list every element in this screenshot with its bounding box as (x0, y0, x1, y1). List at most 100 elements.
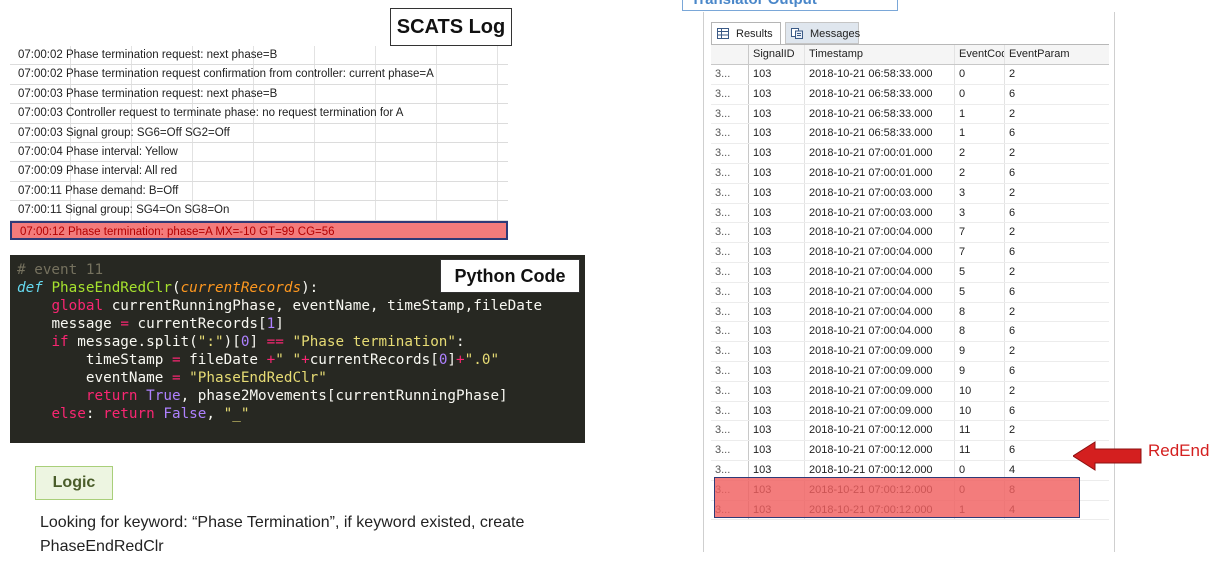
event-param-cell[interactable]: 2 (1005, 382, 1109, 401)
table-row[interactable]: 3... 103 2018-10-21 07:00:04.000 5 2 (711, 262, 1109, 283)
event-code-cell[interactable]: 0 (955, 480, 1005, 500)
signal-id-cell[interactable]: 103 (749, 262, 805, 282)
timestamp-cell[interactable]: 2018-10-21 07:00:09.000 (805, 381, 955, 401)
event-code-cell[interactable]: 1 (955, 500, 1005, 520)
event-param-cell[interactable]: 6 (1005, 402, 1109, 421)
row-index-cell[interactable]: 3... (711, 262, 749, 282)
timestamp-cell[interactable]: 2018-10-21 06:58:33.000 (805, 84, 955, 104)
event-param-cell[interactable]: 8 (1005, 481, 1109, 500)
event-code-cell[interactable]: 5 (955, 282, 1005, 302)
event-code-cell[interactable]: 0 (955, 65, 1005, 84)
timestamp-cell[interactable]: 2018-10-21 07:00:03.000 (805, 203, 955, 223)
table-row[interactable]: 3... 103 2018-10-21 07:00:12.000 0 4 (711, 460, 1109, 481)
timestamp-cell[interactable]: 2018-10-21 07:00:01.000 (805, 144, 955, 163)
row-index-cell[interactable]: 3... (711, 500, 749, 520)
timestamp-cell[interactable]: 2018-10-21 07:00:09.000 (805, 401, 955, 421)
row-index-cell[interactable]: 3... (711, 361, 749, 381)
timestamp-cell[interactable]: 2018-10-21 07:00:04.000 (805, 282, 955, 302)
timestamp-cell[interactable]: 2018-10-21 07:00:03.000 (805, 183, 955, 203)
event-code-cell[interactable]: 2 (955, 163, 1005, 183)
event-param-cell[interactable]: 2 (1005, 105, 1109, 124)
event-code-cell[interactable]: 0 (955, 460, 1005, 480)
event-code-cell[interactable]: 8 (955, 302, 1005, 322)
row-index-cell[interactable]: 3... (711, 302, 749, 322)
event-code-cell[interactable]: 10 (955, 401, 1005, 421)
event-param-cell[interactable]: 6 (1005, 85, 1109, 104)
signal-id-cell[interactable]: 103 (749, 342, 805, 361)
table-row[interactable]: 3... 103 2018-10-21 07:00:12.000 0 8 (711, 480, 1109, 501)
table-row[interactable]: 3... 103 2018-10-21 07:00:04.000 5 6 (711, 282, 1109, 303)
row-index-cell[interactable]: 3... (711, 104, 749, 124)
row-index-cell[interactable]: 3... (711, 460, 749, 480)
timestamp-cell[interactable]: 2018-10-21 07:00:12.000 (805, 421, 955, 441)
event-param-cell[interactable]: 2 (1005, 342, 1109, 361)
timestamp-cell[interactable]: 2018-10-21 07:00:04.000 (805, 322, 955, 342)
row-index-cell[interactable]: 3... (711, 163, 749, 183)
table-row[interactable]: 3... 103 2018-10-21 07:00:01.000 2 2 (711, 144, 1109, 164)
signal-id-cell[interactable]: 103 (749, 163, 805, 183)
signal-id-cell[interactable]: 103 (749, 381, 805, 401)
signal-id-cell[interactable]: 103 (749, 500, 805, 520)
signal-id-cell[interactable]: 103 (749, 401, 805, 421)
row-index-cell[interactable]: 3... (711, 421, 749, 441)
table-row[interactable]: 3... 103 2018-10-21 07:00:01.000 2 6 (711, 163, 1109, 184)
event-param-cell[interactable]: 6 (1005, 283, 1109, 302)
signal-id-cell[interactable]: 103 (749, 223, 805, 243)
event-code-cell[interactable]: 2 (955, 144, 1005, 163)
row-index-cell[interactable]: 3... (711, 322, 749, 342)
table-row[interactable]: 3... 103 2018-10-21 07:00:04.000 7 6 (711, 243, 1109, 263)
event-param-cell[interactable]: 6 (1005, 322, 1109, 341)
table-row[interactable]: 3... 103 2018-10-21 07:00:09.000 9 2 (711, 342, 1109, 362)
signal-id-cell[interactable]: 103 (749, 302, 805, 322)
event-param-cell[interactable]: 2 (1005, 223, 1109, 242)
table-row[interactable]: 3... 103 2018-10-21 07:00:12.000 11 2 (711, 421, 1109, 442)
table-row[interactable]: 3... 103 2018-10-21 07:00:04.000 8 2 (711, 302, 1109, 323)
signal-id-cell[interactable]: 103 (749, 203, 805, 223)
signal-id-cell[interactable]: 103 (749, 124, 805, 144)
event-code-cell[interactable]: 11 (955, 421, 1005, 441)
column-header-timestamp[interactable]: Timestamp (805, 45, 955, 64)
event-param-cell[interactable]: 6 (1005, 243, 1109, 262)
event-code-cell[interactable]: 10 (955, 381, 1005, 401)
table-row[interactable]: 3... 103 2018-10-21 06:58:33.000 0 6 (711, 84, 1109, 105)
signal-id-cell[interactable]: 103 (749, 361, 805, 381)
column-header[interactable] (711, 45, 749, 64)
timestamp-cell[interactable]: 2018-10-21 07:00:12.000 (805, 500, 955, 520)
table-row[interactable]: 3... 103 2018-10-21 07:00:09.000 9 6 (711, 361, 1109, 382)
table-row[interactable]: 3... 103 2018-10-21 06:58:33.000 0 2 (711, 65, 1109, 85)
event-code-cell[interactable]: 5 (955, 262, 1005, 282)
row-index-cell[interactable]: 3... (711, 243, 749, 262)
table-row[interactable]: 3... 103 2018-10-21 07:00:04.000 8 6 (711, 322, 1109, 343)
event-param-cell[interactable]: 6 (1005, 204, 1109, 223)
event-code-cell[interactable]: 1 (955, 124, 1005, 144)
event-code-cell[interactable]: 8 (955, 322, 1005, 342)
event-param-cell[interactable]: 6 (1005, 164, 1109, 183)
column-header-eventparam[interactable]: EventParam (1005, 45, 1109, 64)
signal-id-cell[interactable]: 103 (749, 243, 805, 262)
table-row[interactable]: 3... 103 2018-10-21 07:00:03.000 3 6 (711, 203, 1109, 224)
table-row[interactable]: 3... 103 2018-10-21 07:00:12.000 1 4 (711, 500, 1109, 521)
timestamp-cell[interactable]: 2018-10-21 07:00:12.000 (805, 460, 955, 480)
timestamp-cell[interactable]: 2018-10-21 07:00:04.000 (805, 243, 955, 262)
row-index-cell[interactable]: 3... (711, 342, 749, 361)
signal-id-cell[interactable]: 103 (749, 65, 805, 84)
event-param-cell[interactable]: 6 (1005, 124, 1109, 143)
table-row[interactable]: 3... 103 2018-10-21 07:00:03.000 3 2 (711, 183, 1109, 204)
event-code-cell[interactable]: 3 (955, 203, 1005, 223)
table-row[interactable]: 3... 103 2018-10-21 07:00:09.000 10 6 (711, 401, 1109, 422)
row-index-cell[interactable]: 3... (711, 381, 749, 401)
table-row[interactable]: 3... 103 2018-10-21 06:58:33.000 1 6 (711, 124, 1109, 145)
signal-id-cell[interactable]: 103 (749, 144, 805, 163)
timestamp-cell[interactable]: 2018-10-21 06:58:33.000 (805, 65, 955, 84)
tab-messages[interactable]: Messages (785, 22, 860, 44)
row-index-cell[interactable]: 3... (711, 124, 749, 144)
timestamp-cell[interactable]: 2018-10-21 07:00:09.000 (805, 342, 955, 361)
timestamp-cell[interactable]: 2018-10-21 07:00:01.000 (805, 163, 955, 183)
column-header-eventcode[interactable]: EventCode (955, 45, 1005, 64)
event-code-cell[interactable]: 9 (955, 342, 1005, 361)
timestamp-cell[interactable]: 2018-10-21 07:00:12.000 (805, 441, 955, 460)
event-code-cell[interactable]: 0 (955, 84, 1005, 104)
row-index-cell[interactable]: 3... (711, 144, 749, 163)
event-param-cell[interactable]: 2 (1005, 263, 1109, 282)
signal-id-cell[interactable]: 103 (749, 282, 805, 302)
